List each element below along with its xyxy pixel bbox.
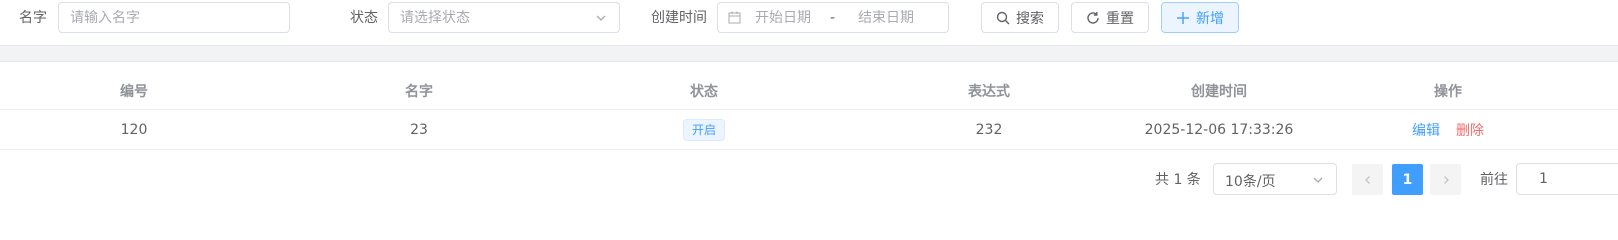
add-button[interactable]: 新增 [1161, 2, 1239, 33]
pagination-total: 共 1 条 [1155, 172, 1201, 188]
delete-link[interactable]: 删除 [1456, 120, 1484, 140]
start-date-placeholder[interactable]: 开始日期 [755, 9, 811, 27]
table-row: 120 23 开启 232 2025-12-06 17:33:26 编辑 删除 [0, 110, 1618, 150]
status-label: 状态 [350, 10, 378, 26]
header-created-time: 创建时间 [1191, 83, 1247, 100]
prev-page-button[interactable] [1352, 164, 1383, 195]
plus-icon [1177, 11, 1189, 24]
status-badge: 开启 [682, 118, 725, 141]
name-input[interactable]: 请输入名字 [58, 2, 290, 33]
pagination: 共 1 条 10条/页 1 前往 1 [0, 163, 1618, 195]
add-button-label: 新增 [1196, 10, 1224, 27]
status-select[interactable]: 请选择状态 [388, 2, 620, 33]
edit-link[interactable]: 编辑 [1412, 120, 1440, 140]
calendar-icon [728, 11, 741, 24]
search-icon [996, 11, 1010, 24]
search-button[interactable]: 搜索 [981, 2, 1059, 33]
name-input-placeholder: 请输入名字 [70, 10, 140, 26]
end-date-placeholder[interactable]: 结束日期 [858, 9, 914, 27]
page-size-value: 10条/页 [1225, 174, 1276, 190]
section-divider [0, 45, 1618, 62]
reset-button-label: 重置 [1106, 10, 1134, 27]
chevron-left-icon [1364, 175, 1370, 184]
table-header-row: 编号 名字 状态 表达式 创建时间 操作 [0, 72, 1618, 110]
cell-name: 23 [410, 121, 428, 138]
next-page-button[interactable] [1430, 164, 1461, 195]
header-status: 状态 [690, 83, 718, 100]
reset-button[interactable]: 重置 [1071, 2, 1149, 33]
chevron-down-icon [596, 15, 606, 21]
refresh-icon [1087, 11, 1099, 24]
range-separator: - [830, 10, 836, 26]
cell-created-time: 2025-12-06 17:33:26 [1144, 121, 1294, 138]
chevron-right-icon [1443, 175, 1449, 184]
cell-id: 120 [120, 121, 148, 138]
goto-page-input[interactable]: 1 [1516, 163, 1618, 195]
date-range-picker[interactable]: 开始日期 - 结束日期 [717, 2, 949, 33]
data-table: 编号 名字 状态 表达式 创建时间 操作 120 23 开启 232 2025-… [0, 72, 1618, 150]
header-actions: 操作 [1434, 83, 1462, 100]
goto-label: 前往 [1480, 172, 1508, 188]
page-size-select[interactable]: 10条/页 [1213, 163, 1337, 195]
status-select-placeholder: 请选择状态 [400, 10, 470, 26]
chevron-down-icon [1313, 177, 1323, 183]
cell-actions: 编辑 删除 [1358, 110, 1538, 149]
search-form: 名字 请输入名字 状态 请选择状态 创建时间 开始日期 - 结束日期 搜索 重置… [0, 0, 1618, 40]
name-label: 名字 [19, 10, 47, 26]
header-id: 编号 [120, 83, 148, 100]
page-number-button[interactable]: 1 [1392, 164, 1423, 195]
cell-status: 开启 [570, 110, 838, 149]
search-button-label: 搜索 [1016, 10, 1044, 27]
created-time-label: 创建时间 [651, 10, 707, 26]
header-name: 名字 [405, 83, 433, 100]
goto-page-value: 1 [1539, 171, 1548, 187]
